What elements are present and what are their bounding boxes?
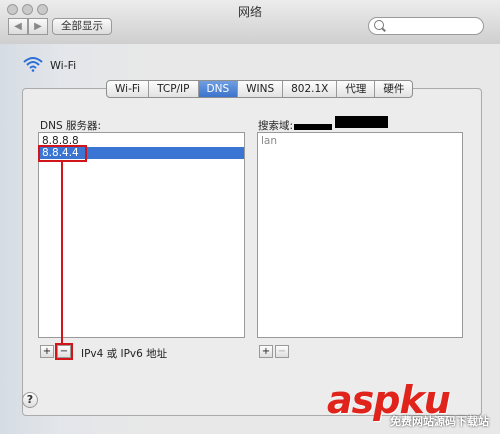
tab-proxy[interactable]: 代理 <box>337 81 376 97</box>
back-button[interactable]: ◀ <box>8 18 28 35</box>
search-domain-list[interactable]: lan <box>257 132 463 338</box>
dns-servers-label: DNS 服务器: <box>40 120 101 132</box>
dns-server-list[interactable]: 8.8.8.8 8.8.4.4 <box>38 132 245 338</box>
titlebar: 网络 ◀ ▶ 全部显示 <box>0 0 500 45</box>
watermark-subtitle: 免费网站源码下载站 <box>390 415 489 428</box>
network-preferences-window: 网络 ◀ ▶ 全部显示 Wi-Fi Wi-Fi TCP/IP DNS WINS … <box>0 0 500 434</box>
tab-wifi[interactable]: Wi-Fi <box>107 81 150 97</box>
add-search-domain-button[interactable]: + <box>259 345 273 358</box>
interface-name: Wi-Fi <box>50 59 77 72</box>
tab-dns[interactable]: DNS <box>198 81 239 97</box>
search-field[interactable] <box>368 17 484 35</box>
annotation-box-remove <box>55 343 73 360</box>
redaction-bar <box>294 124 332 130</box>
tab-tcpip[interactable]: TCP/IP <box>149 81 199 97</box>
show-all-button[interactable]: 全部显示 <box>52 18 112 35</box>
tab-8021x[interactable]: 802.1X <box>283 81 338 97</box>
redaction-bar <box>335 116 388 128</box>
remove-search-domain-button[interactable]: − <box>275 345 289 358</box>
add-dns-server-button[interactable]: + <box>40 345 54 358</box>
annotation-line <box>61 162 63 344</box>
wifi-icon <box>23 57 43 72</box>
search-domains-label: 搜索域: <box>258 120 294 132</box>
forward-button[interactable]: ▶ <box>28 18 48 35</box>
search-domain-row[interactable]: lan <box>258 135 462 147</box>
tab-bar: Wi-Fi TCP/IP DNS WINS 802.1X 代理 硬件 <box>106 80 414 98</box>
tab-wins[interactable]: WINS <box>238 81 284 97</box>
dns-hint: IPv4 或 IPv6 地址 <box>81 348 168 360</box>
tab-hardware[interactable]: 硬件 <box>375 81 412 97</box>
help-button[interactable]: ? <box>22 392 38 408</box>
annotation-box-server <box>38 145 87 162</box>
